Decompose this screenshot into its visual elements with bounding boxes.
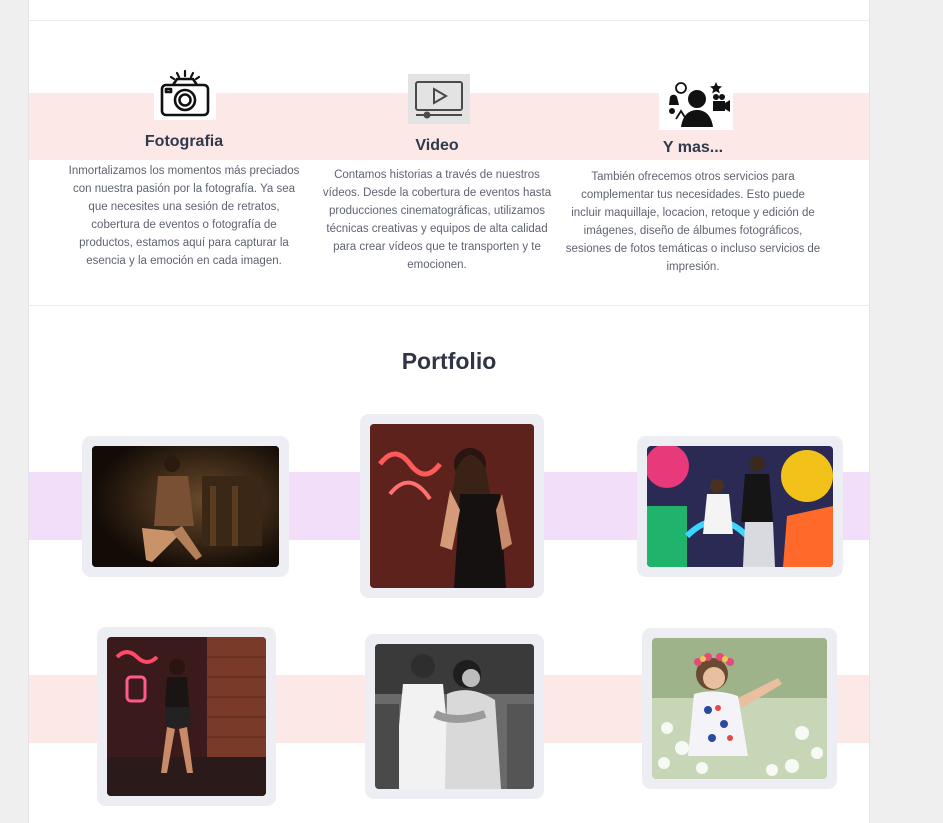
service-title: Video: [415, 137, 459, 154]
portfolio-card-6[interactable]: [642, 628, 837, 789]
service-description: También ofrecemos otros servicios para c…: [565, 171, 821, 273]
portfolio-photo-5[interactable]: [375, 644, 534, 789]
portfolio-photo-2[interactable]: [370, 424, 534, 588]
portfolio-photo-4[interactable]: [107, 637, 266, 796]
portfolio-card-5[interactable]: [365, 634, 544, 799]
service-fotografia: Fotografia Inmortalizamos los momentos m…: [67, 0, 301, 300]
portfolio-photo-3[interactable]: [647, 446, 833, 567]
portfolio-card-1[interactable]: [82, 436, 289, 577]
section-divider-middle: [29, 305, 869, 306]
portfolio-heading: Portfolio: [401, 348, 497, 374]
video-player-icon: [408, 74, 470, 124]
service-description: Contamos historias a través de nuestros …: [322, 169, 552, 271]
portfolio-photo-6[interactable]: [652, 638, 827, 779]
service-title: Fotografia: [144, 133, 224, 150]
camera-icon: [154, 68, 216, 120]
service-y-mas: Y mas... También ofrecemos otros servici…: [565, 0, 821, 300]
service-description: Inmortalizamos los momentos más preciado…: [68, 165, 300, 267]
service-title: Y mas...: [662, 139, 724, 156]
portfolio-card-3[interactable]: [637, 436, 843, 577]
portfolio-card-4[interactable]: [97, 627, 276, 806]
services-person-icon: [659, 78, 733, 130]
portfolio-photo-1[interactable]: [92, 446, 279, 567]
portfolio-card-2[interactable]: [360, 414, 544, 598]
service-video: Video Contamos historias a través de nue…: [317, 0, 557, 300]
content-page: Fotografia Inmortalizamos los momentos m…: [28, 0, 870, 823]
